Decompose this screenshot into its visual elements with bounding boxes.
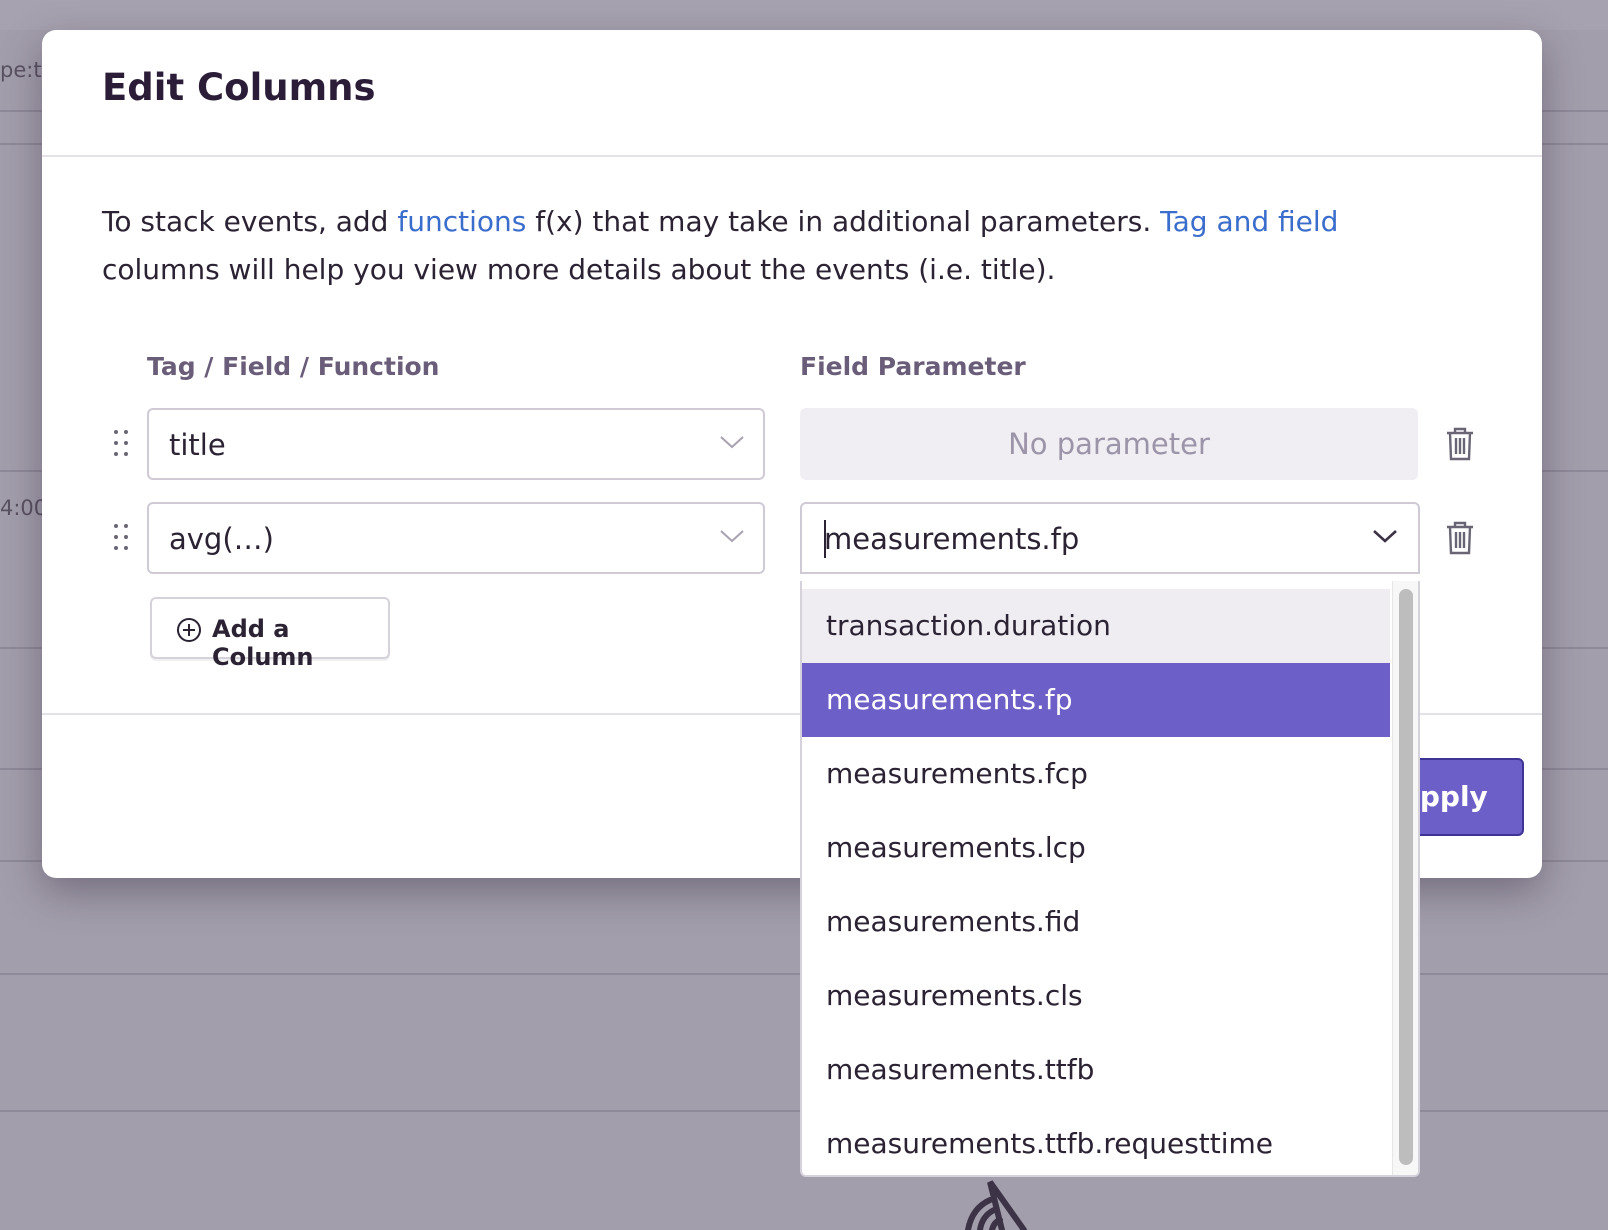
tag-and-field-link[interactable]: Tag and field (1160, 205, 1338, 238)
trash-icon[interactable] (1444, 520, 1476, 556)
trash-icon[interactable] (1444, 426, 1476, 462)
dropdown-scrollbar-thumb[interactable] (1399, 589, 1413, 1165)
intro-text-part: columns will help you view more details … (102, 253, 1056, 286)
chevron-down-icon (720, 436, 744, 449)
field-select-row-1[interactable]: title (147, 408, 765, 480)
field-select-value: avg(…) (169, 522, 274, 556)
dropdown-option[interactable]: measurements.fp (802, 663, 1390, 737)
chevron-down-icon (720, 530, 744, 543)
dropdown-option[interactable]: measurements.ttfb.requesttime (802, 1107, 1390, 1175)
bg-text-fragment: pe:t (0, 58, 42, 82)
dropdown-option[interactable]: measurements.lcp (802, 811, 1390, 885)
dropdown-option[interactable]: measurements.fid (802, 885, 1390, 959)
sentry-logo-icon (965, 1180, 1027, 1230)
functions-link[interactable]: functions (397, 205, 526, 238)
dropdown-option[interactable]: measurements.cls (802, 959, 1390, 1033)
no-parameter-placeholder: No parameter (800, 408, 1418, 480)
dropdown-option[interactable]: transaction.duration (802, 589, 1390, 663)
add-column-button[interactable]: Add a Column (150, 597, 390, 671)
plus-circle-icon (177, 618, 201, 642)
drag-handle-icon[interactable] (114, 524, 130, 552)
modal-header: Edit Columns (42, 30, 1542, 157)
dropdown-scrollbar[interactable] (1392, 581, 1418, 1175)
field-select-row-2[interactable]: avg(…) (147, 502, 765, 574)
chevron-down-icon (1373, 530, 1397, 543)
drag-handle-icon[interactable] (114, 430, 130, 458)
column-header-field-parameter: Field Parameter (800, 352, 1026, 381)
bg-divider (0, 0, 1608, 30)
field-select-value: title (169, 428, 226, 462)
bg-time-fragment: 4:00 (0, 496, 48, 520)
intro-text-part: To stack events, add (102, 205, 398, 238)
dropdown-option[interactable]: measurements.ttfb (802, 1033, 1390, 1107)
add-column-label: Add a Column (212, 615, 314, 671)
parameter-dropdown-menu: transaction.duration measurements.fp mea… (800, 581, 1420, 1177)
dropdown-option[interactable]: measurements.fcp (802, 737, 1390, 811)
parameter-select-value[interactable]: measurements.fp (824, 522, 1079, 556)
intro-text-part: f(x) that may take in additional paramet… (526, 205, 1161, 238)
modal-title: Edit Columns (102, 66, 376, 109)
column-header-tag-field-function: Tag / Field / Function (147, 352, 440, 381)
parameter-select-row-2[interactable]: measurements.fp (800, 502, 1420, 574)
intro-text: To stack events, add functions f(x) that… (102, 198, 1462, 294)
